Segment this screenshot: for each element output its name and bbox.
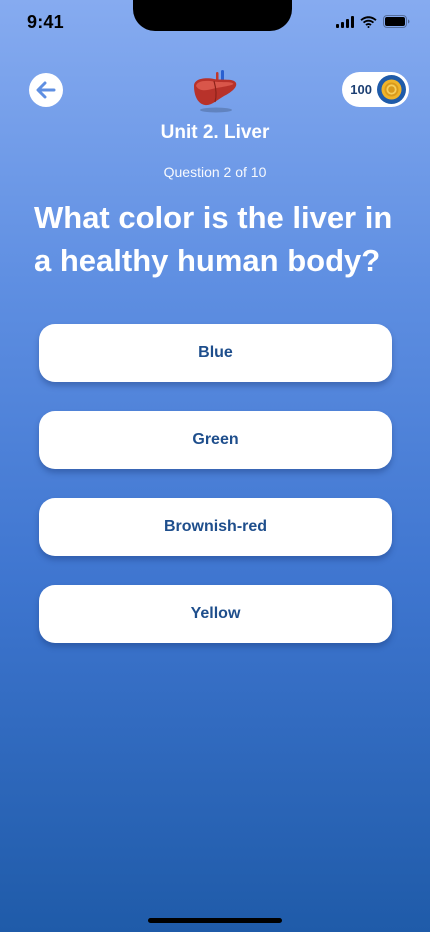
- answer-option-brownish-red[interactable]: Brownish-red: [39, 498, 392, 556]
- status-time: 9:41: [27, 12, 64, 32]
- status-icons: [336, 15, 410, 28]
- coin-icon: [377, 75, 406, 104]
- back-button[interactable]: [29, 73, 63, 107]
- status-bar: 9:41: [0, 0, 430, 48]
- battery-icon: [383, 15, 410, 28]
- question-text: What color is the liver in a healthy hum…: [34, 200, 393, 278]
- liver-icon: [194, 70, 237, 113]
- question-progress: Question 2 of 10: [163, 164, 267, 180]
- home-indicator[interactable]: [148, 918, 282, 923]
- answer-option-blue[interactable]: Blue: [39, 324, 392, 382]
- camera-notch: [133, 0, 292, 31]
- signal-icon: [336, 15, 354, 28]
- wifi-icon: [360, 15, 377, 28]
- quiz-screen: 9:41 100 Unit 2. Liver Question 2 of 10 …: [0, 0, 430, 932]
- answer-option-yellow[interactable]: Yellow: [39, 585, 392, 643]
- coin-count: 100: [350, 82, 372, 97]
- coin-balance[interactable]: 100: [342, 72, 409, 107]
- answer-option-green[interactable]: Green: [39, 411, 392, 469]
- unit-title: Unit 2. Liver: [160, 122, 270, 143]
- arrow-left-icon: [36, 81, 56, 99]
